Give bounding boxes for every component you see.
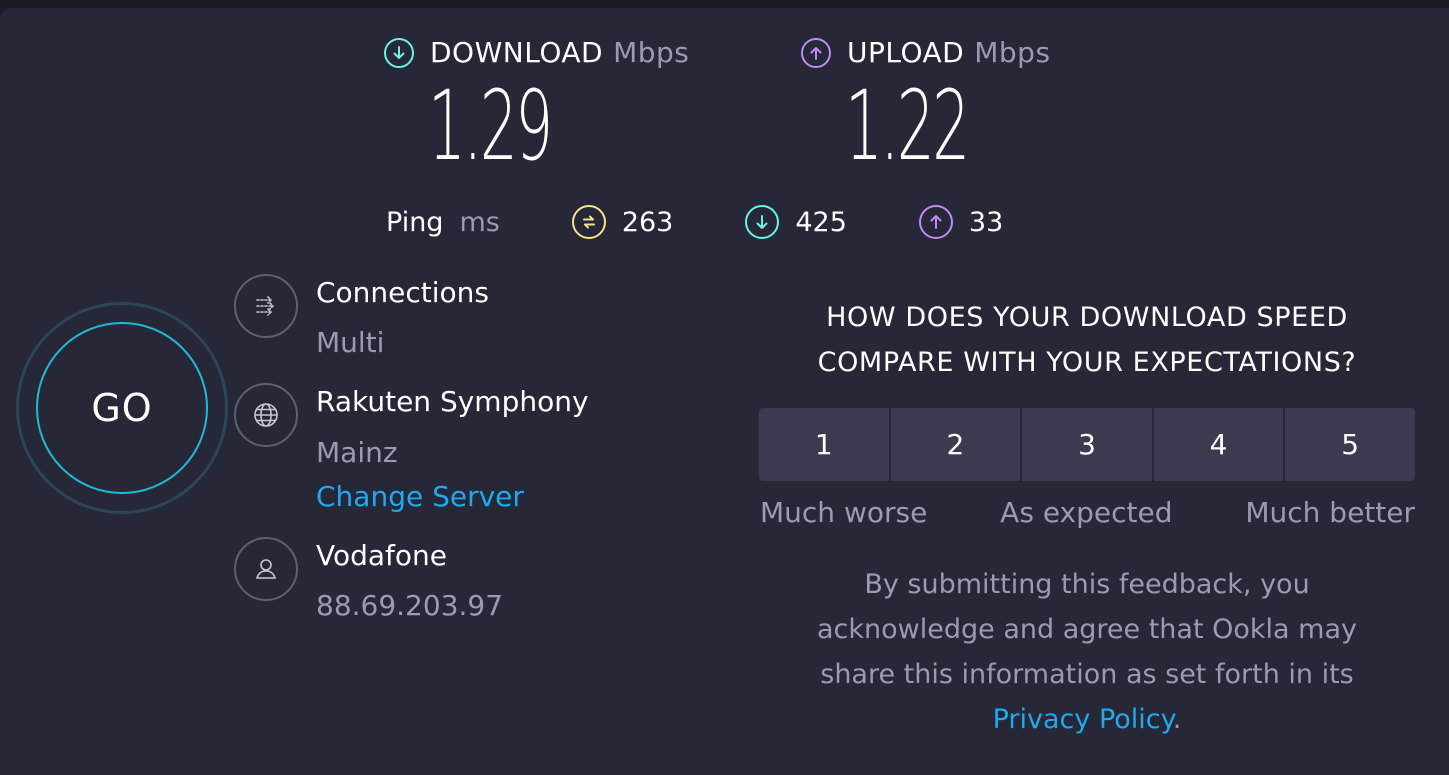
go-button[interactable]: GO (16, 302, 228, 514)
ping-download: 425 (745, 205, 847, 239)
disclaimer-line2: acknowledge and agree that Ookla may (817, 614, 1357, 645)
disclaimer-line4: Privacy Policy. (760, 697, 1414, 742)
ping-upload-value: 33 (968, 206, 1004, 238)
rating-4-button[interactable]: 4 (1153, 408, 1284, 481)
ping-upload: 33 (918, 205, 1004, 239)
go-button-label: GO (36, 322, 208, 494)
provider-name: Vodafone (316, 539, 448, 572)
rating-2-button[interactable]: 2 (890, 408, 1021, 481)
rating-buttons: 1 2 3 4 5 (759, 408, 1415, 481)
provider-ip: 88.69.203.97 (316, 589, 504, 622)
change-server-link[interactable]: Change Server (316, 480, 524, 513)
download-speed-value: 1.29 (428, 70, 553, 182)
download-unit: Mbps (613, 36, 690, 69)
disclaimer-line1: By submitting this feedback, you (864, 569, 1310, 600)
upload-latency-icon (918, 205, 953, 239)
disclaimer-line3: share this information as set forth in i… (820, 659, 1354, 690)
upload-header: UPLOAD Mbps (801, 36, 1051, 69)
scale-low-label: Much worse (760, 496, 928, 529)
rating-5-button[interactable]: 5 (1285, 408, 1415, 481)
upload-speed-value: 1.22 (845, 70, 970, 182)
download-result: DOWNLOAD Mbps 1.29 (384, 36, 689, 174)
download-latency-icon (745, 205, 780, 239)
upload-label: UPLOAD (847, 36, 965, 69)
feedback-disclaimer: By submitting this feedback, you acknowl… (760, 562, 1414, 742)
server-name: Rakuten Symphony (316, 385, 589, 418)
ping-idle: 263 (571, 205, 674, 239)
ping-label: Ping (386, 206, 444, 238)
top-edge (0, 0, 1449, 8)
ping-unit: ms (459, 206, 500, 238)
server-location: Mainz (316, 436, 398, 469)
ping-download-value: 425 (795, 206, 847, 238)
privacy-policy-link[interactable]: Privacy Policy (993, 704, 1173, 735)
upload-unit: Mbps (974, 36, 1051, 69)
download-label: DOWNLOAD (430, 36, 604, 69)
rating-1-button[interactable]: 1 (759, 408, 889, 481)
connections-title: Connections (316, 276, 490, 309)
scale-high-label: Much better (1245, 496, 1415, 529)
rating-3-button[interactable]: 3 (1022, 408, 1152, 481)
upload-result: UPLOAD Mbps 1.22 (801, 36, 1051, 174)
connections-value: Multi (316, 326, 385, 359)
feedback-question-line1: HOW DOES YOUR DOWNLOAD SPEED (826, 302, 1348, 333)
download-header: DOWNLOAD Mbps (384, 36, 689, 69)
rating-scale-labels: Much worse As expected Much better (760, 496, 1415, 529)
globe-icon (234, 383, 298, 447)
connections-icon (234, 274, 298, 338)
arrow-up-circle-icon (801, 37, 831, 68)
idle-latency-icon (571, 205, 606, 239)
privacy-suffix: . (1172, 704, 1182, 735)
user-icon (234, 537, 298, 601)
feedback-question: HOW DOES YOUR DOWNLOAD SPEED COMPARE WIT… (760, 295, 1414, 385)
feedback-question-line2: COMPARE WITH YOUR EXPECTATIONS? (817, 347, 1357, 378)
ping-row: Ping ms 263 425 33 (386, 205, 1075, 239)
arrow-down-circle-icon (384, 37, 414, 68)
speedtest-result-panel: DOWNLOAD Mbps 1.29 UPLOAD Mbps 1.22 Ping… (0, 8, 1449, 775)
scale-mid-label: As expected (1000, 496, 1173, 529)
ping-idle-value: 263 (621, 206, 674, 238)
